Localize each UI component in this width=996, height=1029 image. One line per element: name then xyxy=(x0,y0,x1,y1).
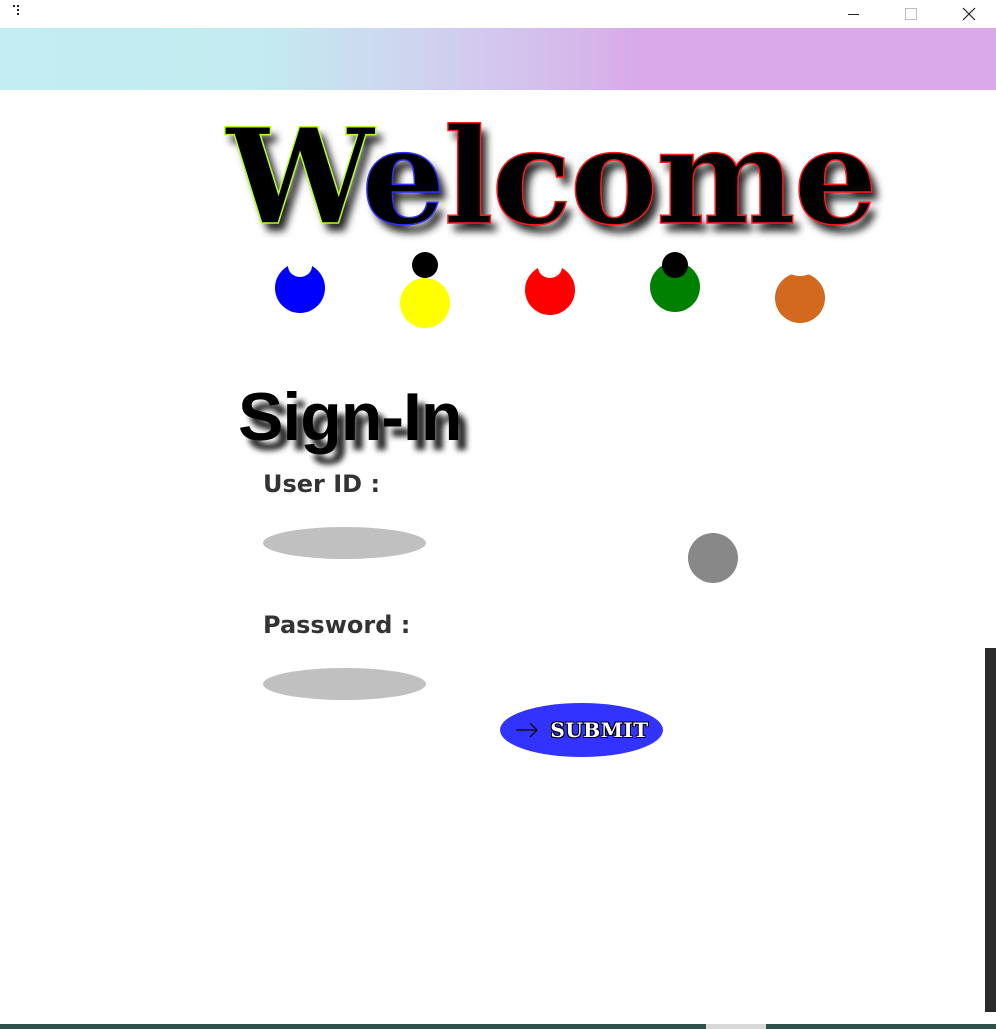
app-icon xyxy=(12,3,24,17)
bottom-edge-tab xyxy=(706,1024,766,1029)
welcome-heading: Welcome xyxy=(225,107,878,249)
scrollbar[interactable] xyxy=(985,648,996,1012)
password-input[interactable] xyxy=(263,668,426,700)
arrow-right-icon xyxy=(516,722,539,738)
password-label: Password : xyxy=(263,611,411,639)
welcome-letter-e: e xyxy=(361,100,446,255)
green-dot-marker xyxy=(662,252,688,278)
minimize-button[interactable] xyxy=(830,0,876,28)
maximize-icon xyxy=(905,8,917,20)
orange-dot-notch xyxy=(788,264,812,276)
submit-button[interactable]: SUBMIT xyxy=(500,703,663,757)
blue-dot-notch xyxy=(288,255,312,277)
signin-title: Sign-In xyxy=(238,379,462,455)
yellow-dot-marker xyxy=(412,252,438,278)
submit-label: SUBMIT xyxy=(550,718,649,742)
close-button[interactable] xyxy=(946,0,992,28)
user-id-input[interactable] xyxy=(263,527,426,559)
close-icon xyxy=(962,7,976,21)
welcome-letter-w: W xyxy=(225,100,364,255)
header-banner xyxy=(0,28,996,90)
gray-circle xyxy=(688,533,738,583)
minimize-icon xyxy=(847,13,859,15)
yellow-dot xyxy=(400,278,450,328)
bottom-edge xyxy=(0,1024,996,1029)
maximize-button[interactable] xyxy=(888,0,934,28)
welcome-letters-rest: lcome xyxy=(443,100,879,255)
user-id-label: User ID : xyxy=(263,470,381,498)
red-dot-notch xyxy=(538,256,562,278)
orange-dot xyxy=(775,273,825,323)
title-bar xyxy=(0,0,996,28)
